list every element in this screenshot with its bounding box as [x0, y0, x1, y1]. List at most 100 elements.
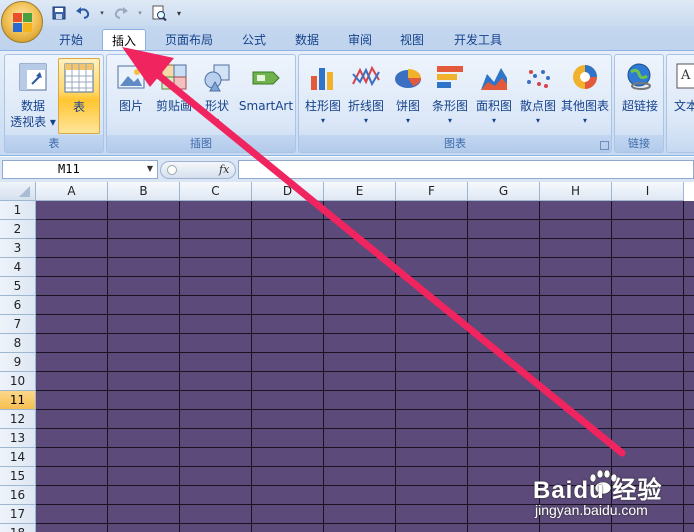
tab-insert[interactable]: 插入 — [102, 29, 146, 50]
tab-developer[interactable]: 开发工具 — [446, 29, 510, 50]
shapes-icon — [204, 64, 230, 92]
row-header-12[interactable]: 12 — [0, 410, 36, 429]
tab-home[interactable]: 开始 — [50, 29, 92, 50]
watermark-brand: Baidu 经验 — [533, 477, 663, 504]
smartart-button[interactable]: SmartArt — [237, 58, 295, 118]
shapes-button[interactable]: 形状 ▾ — [197, 58, 237, 134]
group-label-illustrations: 插图 — [107, 135, 295, 152]
row-header-18[interactable]: 18 — [0, 524, 36, 532]
gridline-vertical — [395, 201, 396, 532]
clip-art-icon — [161, 64, 187, 90]
row-header-11[interactable]: 11 — [0, 391, 36, 410]
column-chart-button[interactable]: 柱形图 ▾ — [303, 58, 343, 134]
hyperlink-label: 超链接 — [621, 99, 658, 113]
row-header-5[interactable]: 5 — [0, 277, 36, 296]
gridline-horizontal — [36, 257, 694, 258]
undo-icon[interactable] — [74, 4, 92, 22]
column-header-b[interactable]: B — [108, 182, 180, 201]
tab-data[interactable]: 数据 — [287, 29, 327, 50]
charts-dialog-launcher-icon[interactable] — [600, 141, 609, 150]
area-chart-icon — [481, 68, 507, 90]
tab-page-layout[interactable]: 页面布局 — [158, 29, 220, 50]
row-header-2[interactable]: 2 — [0, 220, 36, 239]
gridline-horizontal — [36, 219, 694, 220]
save-icon[interactable] — [50, 4, 68, 22]
line-chart-dropdown-icon: ▾ — [363, 116, 368, 125]
redo-dropdown-icon[interactable]: ▾ — [136, 4, 144, 22]
customize-icon[interactable]: ▾ — [174, 4, 184, 22]
area-chart-button[interactable]: 面积图 ▾ — [473, 58, 515, 134]
redo-icon[interactable] — [112, 4, 130, 22]
row-header-13[interactable]: 13 — [0, 429, 36, 448]
area-chart-label: 面积图 — [475, 99, 512, 113]
watermark-url: jingyan.baidu.com — [535, 502, 648, 518]
pivot-table-label: 数据 — [20, 99, 45, 113]
formula-buttons: fx — [160, 161, 236, 179]
column-header-f[interactable]: F — [396, 182, 468, 201]
column-header-h[interactable]: H — [540, 182, 612, 201]
gridline-vertical — [323, 201, 324, 532]
gridline-horizontal — [36, 295, 694, 296]
row-header-4[interactable]: 4 — [0, 258, 36, 277]
scatter-chart-button[interactable]: 散点图 ▾ — [517, 58, 559, 134]
column-header-g[interactable]: G — [468, 182, 540, 201]
shapes-dropdown-icon: ▾ — [214, 116, 219, 125]
picture-button[interactable]: 图片 — [111, 58, 151, 118]
gridline-vertical — [107, 201, 108, 532]
scatter-chart-label: 散点图 — [519, 99, 556, 113]
tab-review[interactable]: 审阅 — [340, 29, 380, 50]
bar-chart-button[interactable]: 条形图 ▾ — [429, 58, 471, 134]
row-header-14[interactable]: 14 — [0, 448, 36, 467]
pivot-table-button[interactable]: 数据 透视表 ▾ — [8, 58, 58, 136]
column-chart-icon — [311, 68, 333, 90]
row-header-1[interactable]: 1 — [0, 201, 36, 220]
smartart-icon — [252, 71, 280, 85]
pie-chart-button[interactable]: 饼图 ▾ — [389, 58, 427, 134]
formula-bar: M11 ▼ fx — [0, 157, 694, 182]
hyperlink-button[interactable]: 超链接 — [618, 58, 662, 118]
row-header-8[interactable]: 8 — [0, 334, 36, 353]
pivot-table-label-2-text: 透视表 — [10, 115, 47, 129]
print-preview-icon[interactable] — [150, 4, 168, 22]
gridline-horizontal — [36, 276, 694, 277]
other-charts-icon — [573, 65, 597, 89]
tab-view[interactable]: 视图 — [392, 29, 432, 50]
shapes-label: 形状 — [204, 99, 229, 113]
smartart-label: SmartArt — [238, 99, 294, 113]
row-header-17[interactable]: 17 — [0, 505, 36, 524]
formula-input[interactable] — [238, 160, 694, 179]
expand-icon[interactable] — [167, 165, 177, 175]
row-header-16[interactable]: 16 — [0, 486, 36, 505]
group-links: 超链接 链接 — [614, 54, 664, 153]
row-header-7[interactable]: 7 — [0, 315, 36, 334]
line-chart-label: 折线图 — [347, 99, 384, 113]
undo-dropdown-icon[interactable]: ▾ — [98, 4, 106, 22]
row-header-15[interactable]: 15 — [0, 467, 36, 486]
name-box-dropdown-icon[interactable]: ▼ — [143, 160, 157, 177]
column-header-e[interactable]: E — [324, 182, 396, 201]
column-header-a[interactable]: A — [36, 182, 108, 201]
clip-art-button[interactable]: 剪贴画 — [151, 58, 197, 118]
select-all-button[interactable] — [0, 182, 36, 201]
insert-function-button[interactable]: fx — [219, 163, 229, 176]
row-header-6[interactable]: 6 — [0, 296, 36, 315]
select-all-icon — [19, 186, 30, 197]
column-header-i[interactable]: I — [612, 182, 684, 201]
row-header-10[interactable]: 10 — [0, 372, 36, 391]
gridline-vertical — [467, 201, 468, 532]
row-header-9[interactable]: 9 — [0, 353, 36, 372]
text-box-button[interactable]: A 文本 — [670, 58, 694, 118]
table-button[interactable]: 表 — [58, 58, 100, 134]
pie-chart-icon — [395, 69, 421, 88]
other-charts-button[interactable]: 其他图表 ▾ — [559, 58, 611, 134]
table-label: 表 — [72, 100, 85, 114]
column-header-c[interactable]: C — [180, 182, 252, 201]
name-box[interactable]: M11 — [2, 160, 158, 179]
picture-label: 图片 — [118, 99, 143, 113]
row-header-3[interactable]: 3 — [0, 239, 36, 258]
column-header-d[interactable]: D — [252, 182, 324, 201]
office-button[interactable] — [1, 1, 43, 43]
group-tables: 数据 透视表 ▾ 表 表 — [4, 54, 104, 153]
line-chart-button[interactable]: 折线图 ▾ — [345, 58, 387, 134]
tab-formulas[interactable]: 公式 — [234, 29, 274, 50]
